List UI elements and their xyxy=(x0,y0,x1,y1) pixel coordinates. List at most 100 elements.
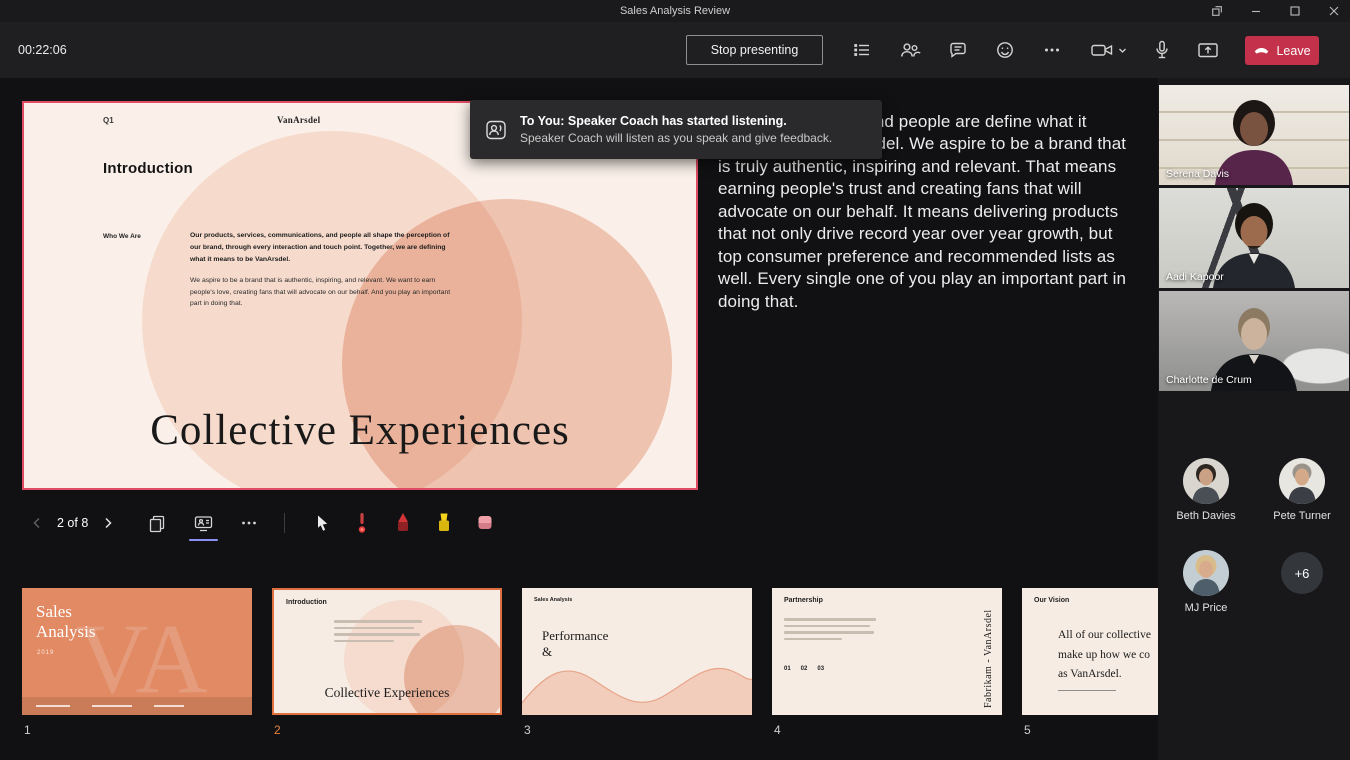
overflow-count-badge: +6 xyxy=(1281,552,1323,594)
slide-4-thumbnail[interactable]: Partnership 01 02 03 Fabrikam - VanArsde… xyxy=(772,588,1002,715)
more-tools-icon[interactable] xyxy=(240,514,258,532)
close-icon[interactable] xyxy=(1328,5,1340,17)
text-line-placeholder xyxy=(784,625,870,628)
thumbnail-title: All of our collective make up how we co … xyxy=(1058,626,1151,685)
text-line-placeholder xyxy=(784,618,876,621)
filmstrip-slide-3: Sales Analysis Performance & 3 xyxy=(522,588,752,753)
highlighter-tool-icon[interactable] xyxy=(434,511,454,535)
participant-name: Aadi Kapoor xyxy=(1166,271,1224,283)
avatar xyxy=(1183,458,1229,504)
slide-heading: Introduction xyxy=(103,160,193,177)
participant-name: Beth Davies xyxy=(1158,510,1254,522)
thumbnail-year: 2019 xyxy=(37,650,54,656)
filmstrip-slide-2: Introduction Collective Experiences 2 xyxy=(272,588,502,753)
text-line-placeholder xyxy=(334,627,414,630)
thumbnail-title: Sales Analysis xyxy=(36,602,96,642)
popout-icon[interactable] xyxy=(1211,5,1223,17)
stage-area: Q1 VanArsdel Introduction Who We Are Our… xyxy=(0,78,1158,760)
previous-slide-button[interactable] xyxy=(30,516,44,530)
thumbnail-heading: Introduction xyxy=(286,599,327,606)
slide-1-thumbnail[interactable]: VA Sales Analysis 2019 xyxy=(22,588,252,715)
thumbnail-heading: Our Vision xyxy=(1034,597,1069,604)
text-line-placeholder xyxy=(784,631,874,634)
divider xyxy=(1058,690,1116,691)
slide-body-text: Our products, services, communications, … xyxy=(190,230,452,310)
slide-paragraph: Our products, services, communications, … xyxy=(190,230,452,266)
toast-title: To You: Speaker Coach has started listen… xyxy=(520,114,832,128)
current-slide[interactable]: Q1 VanArsdel Introduction Who We Are Our… xyxy=(22,101,698,490)
avatar-pete-turner[interactable]: Pete Turner xyxy=(1254,458,1350,522)
av-icon-group xyxy=(1090,22,1219,78)
text-line-placeholder xyxy=(92,705,132,707)
chat-icon[interactable] xyxy=(948,40,968,60)
filmstrip-slide-5: Our Vision All of our collective make up… xyxy=(1022,588,1158,753)
camera-button[interactable] xyxy=(1090,40,1127,60)
video-tile-charlotte-de-crum[interactable]: Charlotte de Crum xyxy=(1159,291,1349,391)
thumbnail-body xyxy=(334,620,426,646)
filmstrip-slide-1: VA Sales Analysis 2019 1 xyxy=(22,588,252,753)
participants-icon[interactable] xyxy=(899,40,921,60)
participant-name: Pete Turner xyxy=(1254,510,1350,522)
hangup-phone-icon xyxy=(1253,42,1270,59)
avatar-beth-davies[interactable]: Beth Davies xyxy=(1158,458,1254,522)
slide-paragraph: We aspire to be a brand that is authenti… xyxy=(190,275,452,311)
laser-pointer-tool-icon[interactable] xyxy=(352,511,372,535)
toolbar-icon-group xyxy=(852,22,1062,78)
thumbnail-footer xyxy=(22,697,252,715)
slide-position: 2 of 8 xyxy=(57,516,88,530)
pen-tool-icon[interactable] xyxy=(393,511,413,535)
microphone-button[interactable] xyxy=(1152,39,1172,61)
overflow-participants[interactable]: +6 xyxy=(1254,550,1350,594)
window-controls xyxy=(1211,0,1340,22)
leave-label: Leave xyxy=(1276,44,1310,58)
avatar xyxy=(1183,550,1229,596)
slide-number: 1 xyxy=(22,723,252,737)
grid-view-icon[interactable] xyxy=(147,513,167,533)
slide-filmstrip: VA Sales Analysis 2019 1 xyxy=(22,588,1158,753)
avatar-mj-price[interactable]: MJ Price xyxy=(1158,550,1254,614)
thumbnail-steps: 01 02 03 xyxy=(784,666,824,672)
text-line-placeholder xyxy=(334,640,394,643)
text-line-placeholder xyxy=(784,638,842,641)
text-line-placeholder xyxy=(36,705,70,707)
slide-2-thumbnail-selected[interactable]: Introduction Collective Experiences xyxy=(272,588,502,715)
slide-title-text: Collective Experiences xyxy=(24,406,696,455)
meeting-notes-icon[interactable] xyxy=(852,40,872,60)
thumbnail-body xyxy=(784,618,879,644)
slide-quarter-label: Q1 xyxy=(103,116,114,125)
next-slide-button[interactable] xyxy=(101,516,115,530)
stop-presenting-button[interactable]: Stop presenting xyxy=(686,35,823,65)
participant-name: MJ Price xyxy=(1158,602,1254,614)
teams-meeting-window: Sales Analysis Review 00:22:06 Stop pres… xyxy=(0,0,1350,760)
video-tile-serena-davis[interactable]: Serena Davis xyxy=(1159,85,1349,185)
slide-5-thumbnail[interactable]: Our Vision All of our collective make up… xyxy=(1022,588,1158,715)
avatar xyxy=(1279,458,1325,504)
meeting-toolbar: 00:22:06 Stop presenting xyxy=(0,22,1350,78)
window-title: Sales Analysis Review xyxy=(620,5,730,17)
participants-sidebar: Serena Davis Aadi Kapoor Charlotte de Cr… xyxy=(1158,78,1350,760)
leave-button[interactable]: Leave xyxy=(1245,36,1319,65)
eraser-tool-icon[interactable] xyxy=(475,511,495,535)
thumbnail-heading: Partnership xyxy=(784,597,823,604)
presenter-view-icon[interactable] xyxy=(193,513,214,533)
titlebar: Sales Analysis Review xyxy=(0,0,1350,22)
filmstrip-slide-4: Partnership 01 02 03 Fabrikam - VanArsde… xyxy=(772,588,1002,753)
maximize-icon[interactable] xyxy=(1289,5,1301,17)
cursor-tool-icon[interactable] xyxy=(313,513,331,533)
share-screen-button[interactable] xyxy=(1197,40,1219,60)
slide-3-thumbnail[interactable]: Sales Analysis Performance & xyxy=(522,588,752,715)
reactions-icon[interactable] xyxy=(995,40,1015,60)
speaker-coach-icon xyxy=(484,118,508,142)
chevron-down-icon xyxy=(1118,46,1127,55)
wave-chart-graphic xyxy=(522,653,752,715)
slide-controls: 2 of 8 xyxy=(30,508,495,538)
text-line-placeholder xyxy=(334,633,420,636)
more-options-icon[interactable] xyxy=(1042,40,1062,60)
toast-body: Speaker Coach will listen as you speak a… xyxy=(520,131,832,145)
minimize-icon[interactable] xyxy=(1250,5,1262,17)
slide-section-label: Who We Are xyxy=(103,233,141,240)
participant-name: Charlotte de Crum xyxy=(1166,374,1252,386)
participant-name: Serena Davis xyxy=(1166,168,1229,180)
slide-number: 5 xyxy=(1022,723,1158,737)
video-tile-aadi-kapoor[interactable]: Aadi Kapoor xyxy=(1159,188,1349,288)
